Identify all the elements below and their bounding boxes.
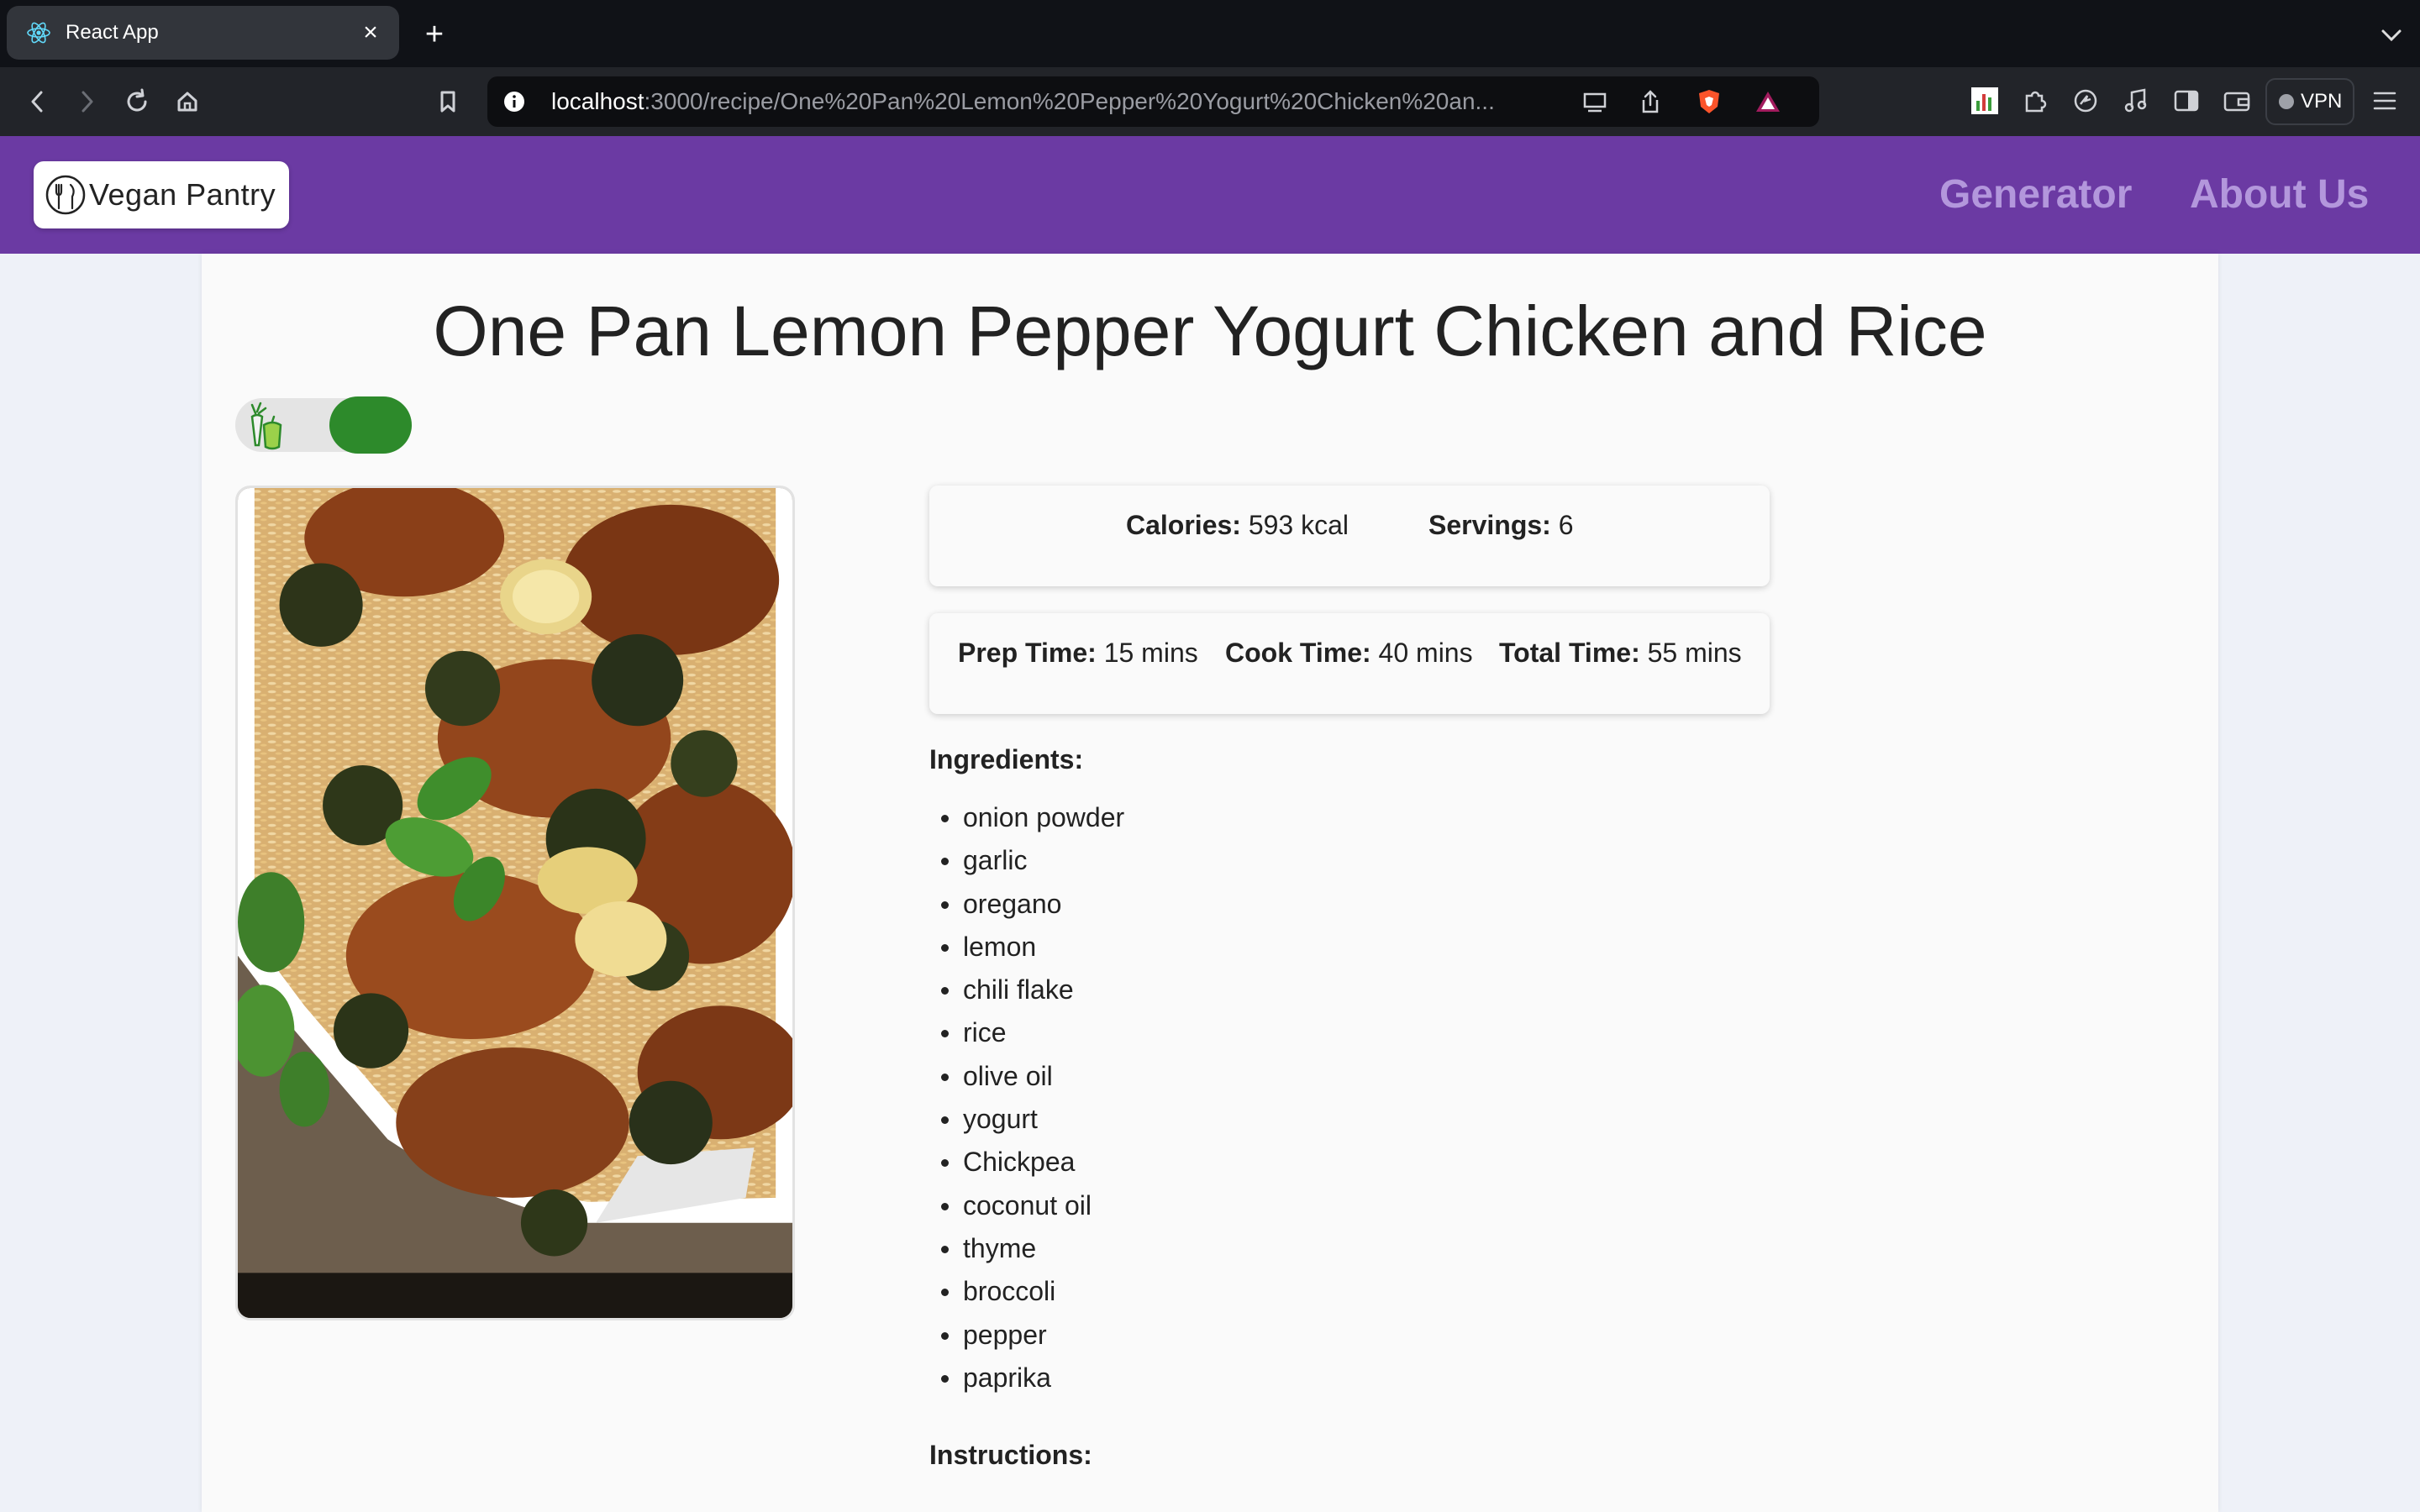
servings-value: 6: [1558, 510, 1574, 540]
list-item: broccoli: [929, 1270, 1686, 1313]
list-item: onion powder: [929, 796, 1686, 839]
nav-about-us[interactable]: About Us: [2190, 136, 2369, 254]
cook-time: Cook Time: 40 mins: [1225, 613, 1473, 692]
list-item: coconut oil: [929, 1184, 1686, 1227]
bookmark-icon[interactable]: [429, 82, 467, 121]
list-item: lemon: [929, 926, 1686, 969]
calories-label: Calories:: [1126, 510, 1241, 540]
back-icon[interactable]: [18, 82, 57, 121]
list-item: thyme: [929, 1227, 1686, 1270]
browser-toolbar: localhost:3000/recipe/One%20Pan%20Lemon%…: [0, 67, 2420, 136]
tab-title: React App: [66, 21, 159, 44]
prep-time: Prep Time: 15 mins: [958, 613, 1198, 692]
list-item: rice: [929, 1011, 1686, 1054]
list-item: Chickpea: [929, 1141, 1686, 1184]
list-item: chili flake: [929, 969, 1686, 1011]
cook-value: 40 mins: [1378, 638, 1473, 668]
vpn-label: VPN: [2301, 90, 2343, 113]
app-header: Vegan Pantry Generator About Us: [0, 136, 2420, 254]
calories: Calories: 593 kcal: [1126, 486, 1349, 564]
instructions-heading: Instructions:: [929, 1440, 1092, 1470]
cook-label: Cook Time:: [1225, 638, 1371, 668]
tab-list-chevron-icon[interactable]: [2375, 18, 2408, 52]
total-time: Total Time: 55 mins: [1499, 613, 1742, 692]
list-item: oregano: [929, 883, 1686, 926]
brave-shield-icon[interactable]: [1694, 87, 1724, 117]
forward-icon[interactable]: [67, 82, 106, 121]
servings: Servings: 6: [1428, 486, 1574, 564]
recipe-card: One Pan Lemon Pepper Yogurt Chicken and …: [202, 254, 2218, 1512]
extension-chart-icon[interactable]: [1968, 84, 2002, 118]
tab-close-icon[interactable]: ×: [354, 16, 387, 50]
list-item: garlic: [929, 839, 1686, 882]
cast-icon[interactable]: [1580, 87, 1610, 117]
servings-label: Servings:: [1428, 510, 1551, 540]
wallet-icon[interactable]: [2220, 84, 2254, 118]
brave-rewards-icon[interactable]: [1753, 87, 1783, 117]
nav-generator[interactable]: Generator: [1939, 136, 2132, 254]
new-tab-icon[interactable]: +: [415, 15, 454, 54]
list-item: paprika: [929, 1357, 1686, 1399]
time-box: Prep Time: 15 mins Cook Time: 40 mins To…: [929, 613, 1770, 714]
toggle-knob: [329, 396, 412, 454]
reload-icon[interactable]: [118, 82, 156, 121]
recipe-title: One Pan Lemon Pepper Yogurt Chicken and …: [433, 291, 1987, 370]
url-path: :3000/recipe/One%20Pan%20Lemon%20Pepper%…: [644, 88, 1495, 114]
leo-ai-icon[interactable]: [2069, 84, 2102, 118]
list-item: olive oil: [929, 1055, 1686, 1098]
share-icon[interactable]: [1635, 87, 1665, 117]
extensions-puzzle-icon[interactable]: [2018, 84, 2052, 118]
ingredients-heading: Ingredients:: [929, 744, 1084, 774]
vegetables-icon: [244, 402, 291, 452]
vpn-status-icon: [2279, 94, 2294, 109]
logo[interactable]: Vegan Pantry: [34, 161, 289, 228]
recipe-photo: [235, 486, 795, 1320]
music-note-icon[interactable]: [2119, 84, 2153, 118]
browser-tab-strip: React App × +: [0, 0, 2420, 67]
url-text: localhost:3000/recipe/One%20Pan%20Lemon%…: [551, 76, 1644, 127]
vegan-toggle[interactable]: [235, 396, 412, 454]
list-item: pepper: [929, 1314, 1686, 1357]
url-host: localhost: [551, 88, 644, 114]
react-favicon-icon: [25, 19, 52, 46]
prep-value: 15 mins: [1103, 638, 1198, 668]
address-bar[interactable]: localhost:3000/recipe/One%20Pan%20Lemon%…: [487, 76, 1819, 127]
total-value: 55 mins: [1647, 638, 1742, 668]
total-label: Total Time:: [1499, 638, 1640, 668]
list-item: yogurt: [929, 1098, 1686, 1141]
sidebar-icon[interactable]: [2170, 84, 2203, 118]
home-icon[interactable]: [168, 82, 207, 121]
menu-icon[interactable]: [2368, 84, 2402, 118]
nutrition-box: Calories: 593 kcal Servings: 6: [929, 486, 1770, 586]
site-info-icon[interactable]: [501, 88, 528, 115]
calories-value: 593 kcal: [1248, 510, 1349, 540]
fork-knife-logo-icon: [42, 171, 89, 218]
ingredients-list: onion powder garlic oregano lemon chili …: [929, 796, 1686, 1399]
logo-text: Vegan Pantry: [89, 177, 276, 212]
vpn-button[interactable]: VPN: [2265, 78, 2354, 125]
prep-label: Prep Time:: [958, 638, 1097, 668]
browser-tab[interactable]: React App ×: [7, 6, 399, 60]
